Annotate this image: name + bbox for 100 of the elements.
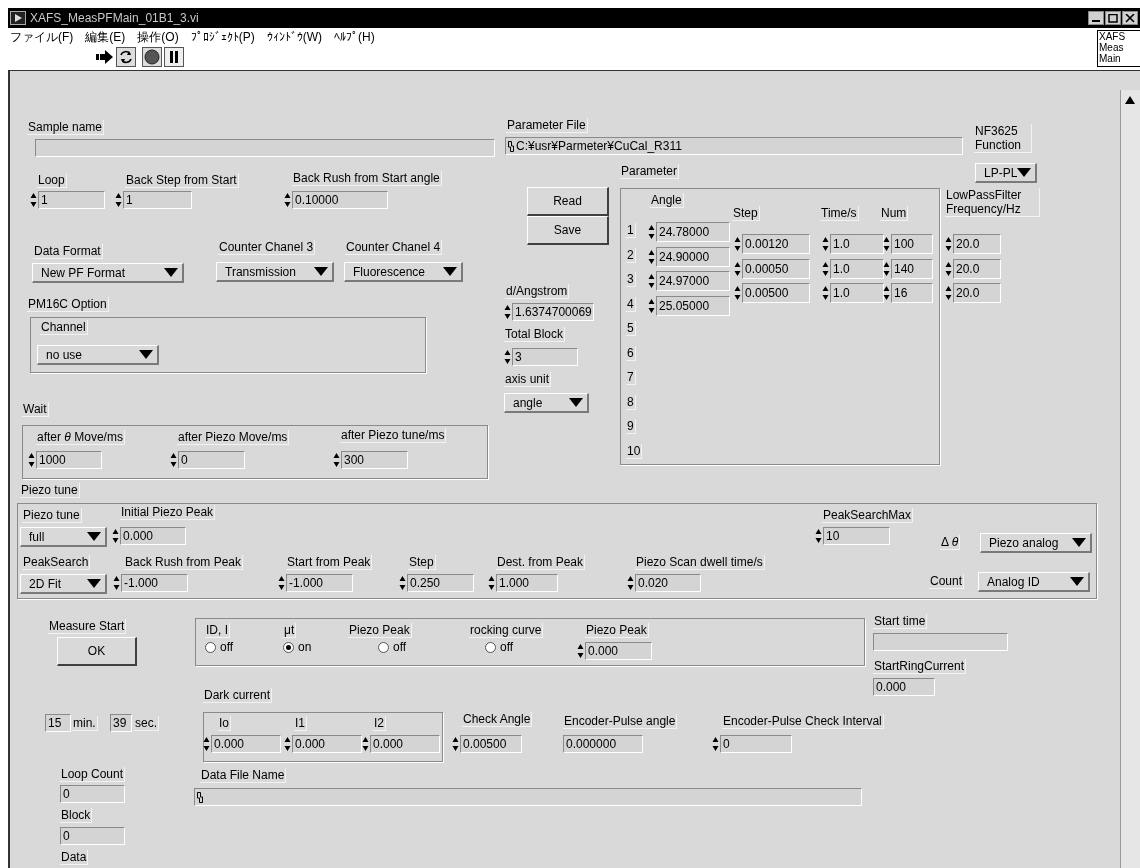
panel-button[interactable]: Read xyxy=(527,187,609,216)
numeric-field[interactable]: 10 xyxy=(823,527,890,545)
control-label: Back Rush from Start angle xyxy=(292,171,442,186)
numeric-field[interactable]: 16 xyxy=(891,283,933,303)
numeric-field[interactable]: 1000 xyxy=(36,451,102,469)
numeric-field[interactable]: 20.0 xyxy=(953,283,1001,303)
panel-button[interactable]: Save xyxy=(527,216,609,245)
numeric-field[interactable]: 0 xyxy=(720,735,792,753)
ring-dropdown[interactable]: Analog ID xyxy=(978,572,1090,592)
vi-icon-text: XAFS xyxy=(1099,31,1127,42)
maximize-button[interactable] xyxy=(1105,11,1121,25)
radio-button[interactable] xyxy=(283,641,294,653)
array-index: 9 xyxy=(626,419,636,434)
menu-item[interactable]: 編集(E) xyxy=(85,28,126,46)
array-index: 5 xyxy=(626,321,636,336)
ring-dropdown[interactable]: Piezo analog xyxy=(980,533,1092,553)
caret-icon xyxy=(443,267,457,276)
menu-item[interactable]: ｳｨﾝﾄﾞｳ(W) xyxy=(266,28,322,46)
ring-dropdown[interactable]: full xyxy=(20,527,107,547)
numeric-field[interactable]: 0.000 xyxy=(370,735,440,753)
ring-dropdown[interactable]: Transmission xyxy=(216,262,334,282)
numeric-field[interactable]: 0.020 xyxy=(635,574,701,592)
numeric-field[interactable]: 0.000 xyxy=(211,735,281,753)
numeric-field[interactable]: 25.05000 xyxy=(656,295,730,316)
ring-dropdown[interactable]: angle xyxy=(504,393,589,413)
numeric-field[interactable]: 1 xyxy=(123,191,192,209)
numeric-field[interactable]: 24.90000 xyxy=(656,246,730,267)
path-field[interactable] xyxy=(194,788,862,806)
numeric-field[interactable]: 0 xyxy=(178,451,245,469)
numeric-field[interactable]: 20.0 xyxy=(953,234,1001,254)
numeric-field[interactable]: 0.00120 xyxy=(742,234,810,254)
numeric-field[interactable]: 20.0 xyxy=(953,258,1001,279)
path-icon xyxy=(197,791,203,803)
control-label: Counter Chanel 3 xyxy=(218,240,316,255)
numeric-field[interactable]: 3 xyxy=(512,348,578,366)
ring-dropdown[interactable]: no use xyxy=(37,345,159,365)
control-label: I1 xyxy=(294,716,307,731)
abort-button[interactable] xyxy=(142,47,162,67)
scroll-up-icon[interactable] xyxy=(1125,96,1135,104)
numeric-field[interactable]: 1.0 xyxy=(830,283,884,303)
text-field[interactable] xyxy=(873,633,1008,651)
control-label: PeakSearch xyxy=(22,555,91,570)
numeric-field[interactable]: 0.000 xyxy=(292,735,362,753)
run-continuously-button[interactable] xyxy=(116,47,136,67)
control-label: Time/s xyxy=(820,206,859,221)
numeric-field[interactable]: 1.0 xyxy=(830,234,884,254)
array-index: 10 xyxy=(626,443,643,459)
numeric-field[interactable]: 300 xyxy=(341,451,408,469)
numeric-field[interactable]: 24.97000 xyxy=(656,271,730,291)
control-label: rocking curve xyxy=(469,623,544,638)
minimize-icon xyxy=(1092,20,1100,22)
radio-button[interactable] xyxy=(378,641,389,653)
array-index: 2 xyxy=(626,247,636,263)
radio-button[interactable] xyxy=(205,641,216,653)
numeric-field[interactable]: 0.000 xyxy=(120,527,186,545)
control-label: Wait xyxy=(22,402,49,417)
ring-dropdown[interactable]: LP-PL xyxy=(975,163,1037,183)
panel-button[interactable]: OK xyxy=(57,637,137,666)
numeric-field[interactable]: 1.6374700069 xyxy=(512,303,594,321)
numeric-field[interactable]: 1.0 xyxy=(830,258,884,279)
radio-button[interactable] xyxy=(485,641,496,653)
control-label: axis unit xyxy=(504,372,552,387)
numeric-field[interactable]: 0.00050 xyxy=(742,258,810,279)
control-label: Loop Count xyxy=(60,767,126,782)
menu-item[interactable]: ﾌﾟﾛｼﾞｪｸﾄ(P) xyxy=(190,28,255,46)
loop-arrows-icon xyxy=(119,50,133,64)
minimize-button[interactable] xyxy=(1088,11,1104,25)
numeric-field[interactable]: 140 xyxy=(891,258,933,279)
numeric-field[interactable]: 1 xyxy=(38,191,105,209)
close-button[interactable] xyxy=(1122,11,1138,25)
caret-icon xyxy=(139,350,153,359)
numeric-field[interactable]: 0.00500 xyxy=(742,283,810,303)
menu-item[interactable]: ファイル(F) xyxy=(10,28,74,46)
numeric-field[interactable]: 0.250 xyxy=(407,574,474,592)
menu-item[interactable]: ﾍﾙﾌﾟ(H) xyxy=(334,28,375,46)
ring-dropdown[interactable]: Fluorescence xyxy=(344,262,463,282)
menu-item[interactable]: 操作(O) xyxy=(137,28,179,46)
path-field[interactable]: C:¥usr¥Parmeter¥CuCal_R311 xyxy=(505,137,963,155)
numeric-field[interactable]: 100 xyxy=(891,234,933,254)
pause-button[interactable] xyxy=(164,47,184,67)
vi-icon-text: Meas xyxy=(1099,42,1125,53)
ring-dropdown[interactable]: New PF Format xyxy=(32,263,184,283)
control-label: Piezo Peak xyxy=(585,623,649,638)
ring-dropdown[interactable]: 2D Fit xyxy=(20,574,107,594)
caret-icon xyxy=(1017,168,1032,177)
run-arrow-icon[interactable] xyxy=(96,50,114,64)
control-label: Count xyxy=(929,574,965,589)
control-label: Piezo Scan dwell time/s xyxy=(635,555,765,570)
numeric-field[interactable]: 24.78000 xyxy=(656,222,730,242)
numeric-field[interactable]: 1.000 xyxy=(496,574,558,592)
text-field[interactable] xyxy=(35,139,495,157)
array-index: 4 xyxy=(626,296,636,312)
control-label: Step xyxy=(732,206,760,221)
numeric-field[interactable]: -1.000 xyxy=(286,574,353,592)
numeric-field[interactable]: 0.00500 xyxy=(460,735,522,753)
control-label: Dark current xyxy=(203,688,273,703)
control-label: PeakSearchMax xyxy=(822,508,914,523)
numeric-field[interactable]: 0.000 xyxy=(585,642,652,660)
numeric-field[interactable]: -1.000 xyxy=(121,574,188,592)
numeric-field[interactable]: 0.10000 xyxy=(292,191,388,209)
